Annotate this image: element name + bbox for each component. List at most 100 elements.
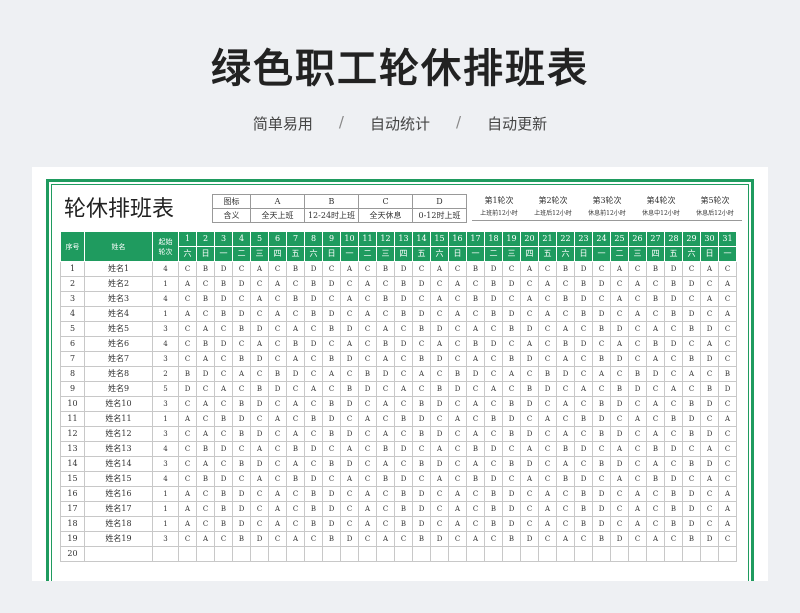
day-number-header: 12 [376, 231, 395, 247]
shift-cell: A [628, 411, 647, 427]
shift-cell: A [268, 411, 287, 427]
shift-cell: A [700, 291, 719, 307]
shift-cell: B [304, 501, 323, 517]
shift-cell: C [232, 336, 251, 352]
shift-cell: A [466, 396, 485, 412]
shift-cell [610, 546, 629, 562]
shift-cell: A [286, 531, 305, 547]
shift-cell: C [178, 426, 197, 442]
shift-cell: C [520, 486, 539, 502]
shift-cell: C [538, 531, 557, 547]
weekday-header: 一 [340, 246, 359, 262]
shift-cell: C [574, 396, 593, 412]
shift-cell: D [430, 396, 449, 412]
shift-cell: C [700, 501, 719, 517]
shift-cell: A [628, 276, 647, 292]
shift-cell: B [394, 276, 413, 292]
shift-cell: A [322, 366, 341, 382]
shift-cell: B [574, 486, 593, 502]
shift-cell: C [268, 531, 287, 547]
shift-cell: B [232, 531, 251, 547]
shift-cell: A [430, 336, 449, 352]
shift-cell: C [628, 291, 647, 307]
shift-cell: D [412, 501, 431, 517]
shift-cell: A [520, 441, 539, 457]
shift-cell [592, 546, 611, 562]
row-name: 姓名13 [84, 441, 153, 457]
shift-cell: D [520, 426, 539, 442]
shift-cell: A [268, 486, 287, 502]
day-number-header: 8 [304, 231, 323, 247]
shift-cell: A [646, 531, 665, 547]
table-row: 14 姓名14 3 C A C B D C A C B D C A C B D C A C B D C A C B D C A C B D C [60, 456, 737, 472]
shift-cell: A [232, 366, 251, 382]
shift-cell: C [340, 501, 359, 517]
shift-cell: D [376, 366, 395, 382]
shift-cell: A [520, 471, 539, 487]
shift-cell [232, 546, 251, 562]
shift-cell: C [322, 336, 341, 352]
shift-cell: D [610, 396, 629, 412]
shift-cell: A [430, 261, 449, 277]
shift-cell: B [286, 441, 305, 457]
shift-cell: C [304, 351, 323, 367]
shift-cell: B [214, 276, 233, 292]
shift-cell: D [610, 531, 629, 547]
shift-cell: A [178, 306, 197, 322]
row-seq: 2 [60, 276, 85, 292]
shift-cell: D [664, 261, 683, 277]
shift-cell: C [592, 441, 611, 457]
shift-cell: C [448, 291, 467, 307]
shift-cell: C [610, 516, 629, 532]
shift-cell: C [232, 261, 251, 277]
row-start-round: 3 [152, 321, 179, 337]
shift-cell: D [322, 306, 341, 322]
shift-cell: B [484, 306, 503, 322]
row-start-round: 4 [152, 291, 179, 307]
shift-cell: D [592, 501, 611, 517]
shift-cell: A [178, 276, 197, 292]
round-label: 第3轮次 [592, 196, 622, 205]
shift-cell: B [214, 306, 233, 322]
shift-cell: B [214, 486, 233, 502]
row-start-round: 3 [152, 351, 179, 367]
shift-cell: D [592, 306, 611, 322]
shift-cell: C [538, 396, 557, 412]
shift-cell: D [322, 411, 341, 427]
legend-cell: C [358, 194, 413, 209]
shift-cell: C [502, 291, 521, 307]
shift-cell: C [214, 396, 233, 412]
shift-cell: A [628, 516, 647, 532]
day-number-header: 15 [430, 231, 449, 247]
shift-cell: B [286, 336, 305, 352]
shift-cell: C [358, 441, 377, 457]
shift-cell: D [304, 261, 323, 277]
weekday-header: 一 [214, 246, 233, 262]
shift-cell: C [340, 276, 359, 292]
shift-cell: C [592, 336, 611, 352]
day-number-header: 9 [322, 231, 341, 247]
shift-cell: C [376, 486, 395, 502]
shift-cell: D [574, 441, 593, 457]
shift-cell: A [520, 336, 539, 352]
shift-cell: D [646, 366, 665, 382]
shift-cell: B [556, 261, 575, 277]
shift-cell: D [502, 411, 521, 427]
shift-cell: D [484, 471, 503, 487]
shift-cell: C [358, 291, 377, 307]
shift-cell: A [538, 501, 557, 517]
shift-cell: C [538, 261, 557, 277]
shift-cell: C [538, 336, 557, 352]
shift-cell: B [322, 321, 341, 337]
row-name: 姓名17 [84, 501, 153, 517]
shift-cell: C [358, 456, 377, 472]
shift-cell: B [682, 351, 701, 367]
weekday-header: 日 [574, 246, 593, 262]
shift-cell: C [196, 516, 215, 532]
shift-cell: A [628, 306, 647, 322]
round-label: 第5轮次 [700, 196, 730, 205]
day-number-header: 23 [574, 231, 593, 247]
shift-cell: D [340, 456, 359, 472]
shift-cell: A [538, 516, 557, 532]
shift-cell: C [664, 396, 683, 412]
